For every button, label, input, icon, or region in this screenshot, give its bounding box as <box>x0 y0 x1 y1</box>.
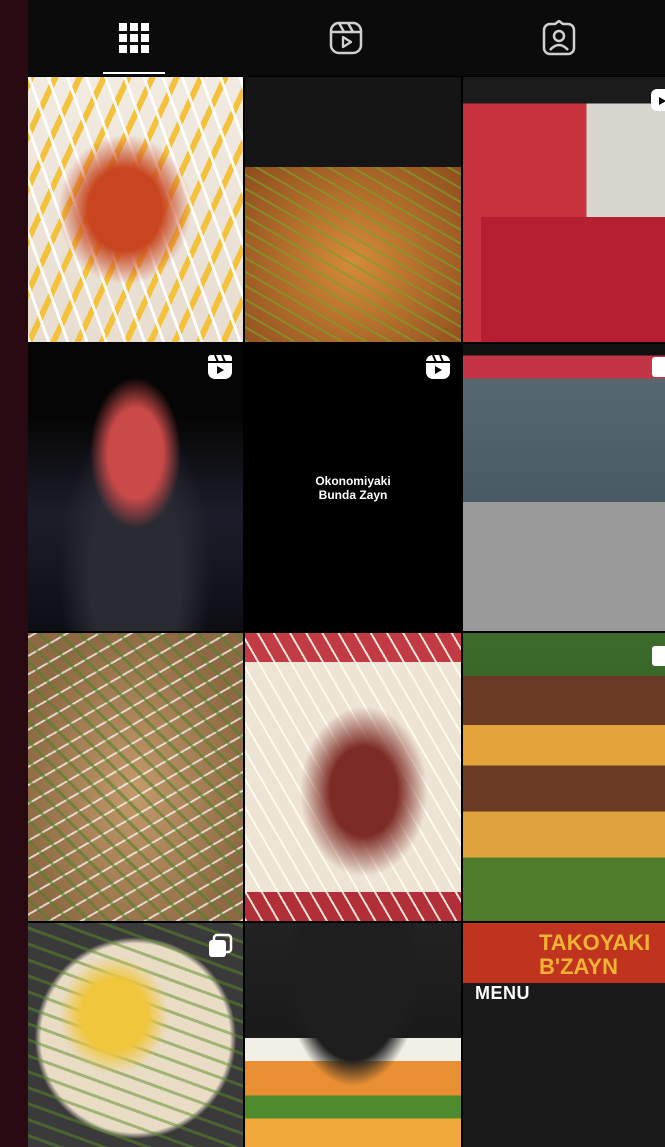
profile-tab-bar <box>28 0 665 76</box>
grid-icon <box>119 23 150 53</box>
menu-brand-title: TAKOYAKI B'ZAYN <box>539 931 650 979</box>
carousel-icon <box>209 933 233 957</box>
post-thumbnail-5[interactable]: Okonomiyaki Bunda Zayn <box>245 344 461 631</box>
reel-title-line2: Bunda Zayn <box>318 487 388 502</box>
post-thumbnail-2[interactable] <box>245 77 461 342</box>
brand-line1: TAKOYAKI <box>539 930 651 955</box>
post-thumbnail-6[interactable] <box>463 344 665 631</box>
post-thumbnail-12[interactable]: TAKOYAKI B'ZAYN MENU <box>463 923 665 1147</box>
post-thumbnail-3[interactable] <box>463 77 665 342</box>
posts-grid: Okonomiyaki Bunda Zayn TAKOYAKI B'ZAYN M… <box>28 77 665 1147</box>
post-thumbnail-7[interactable] <box>28 633 243 921</box>
menu-label: MENU <box>475 983 530 1003</box>
reels-badge-icon <box>426 354 450 379</box>
tagged-person-icon <box>542 20 576 56</box>
profile-feed: Okonomiyaki Bunda Zayn TAKOYAKI B'ZAYN M… <box>28 0 665 1147</box>
post-thumbnail-11[interactable] <box>245 923 461 1147</box>
reels-icon <box>330 21 363 55</box>
carousel-icon <box>652 646 665 666</box>
brand-line2: B'ZAYN <box>539 954 618 979</box>
reels-badge-icon <box>208 354 232 379</box>
post-thumbnail-1[interactable] <box>28 77 243 342</box>
post-thumbnail-10[interactable] <box>28 923 243 1147</box>
post-thumbnail-4[interactable] <box>28 344 243 631</box>
post-thumbnail-9[interactable] <box>463 633 665 921</box>
reel-title: Okonomiyaki Bunda Zayn <box>245 474 461 502</box>
reel-title-line1: Okonomiyaki <box>315 473 391 488</box>
shop-sign <box>481 217 665 342</box>
post-thumbnail-8[interactable] <box>245 633 461 921</box>
tab-posts-grid[interactable] <box>28 0 240 76</box>
tab-tagged[interactable] <box>453 0 665 76</box>
reels-badge-icon <box>651 89 665 111</box>
tab-reels[interactable] <box>240 0 452 76</box>
carousel-icon <box>652 357 665 377</box>
